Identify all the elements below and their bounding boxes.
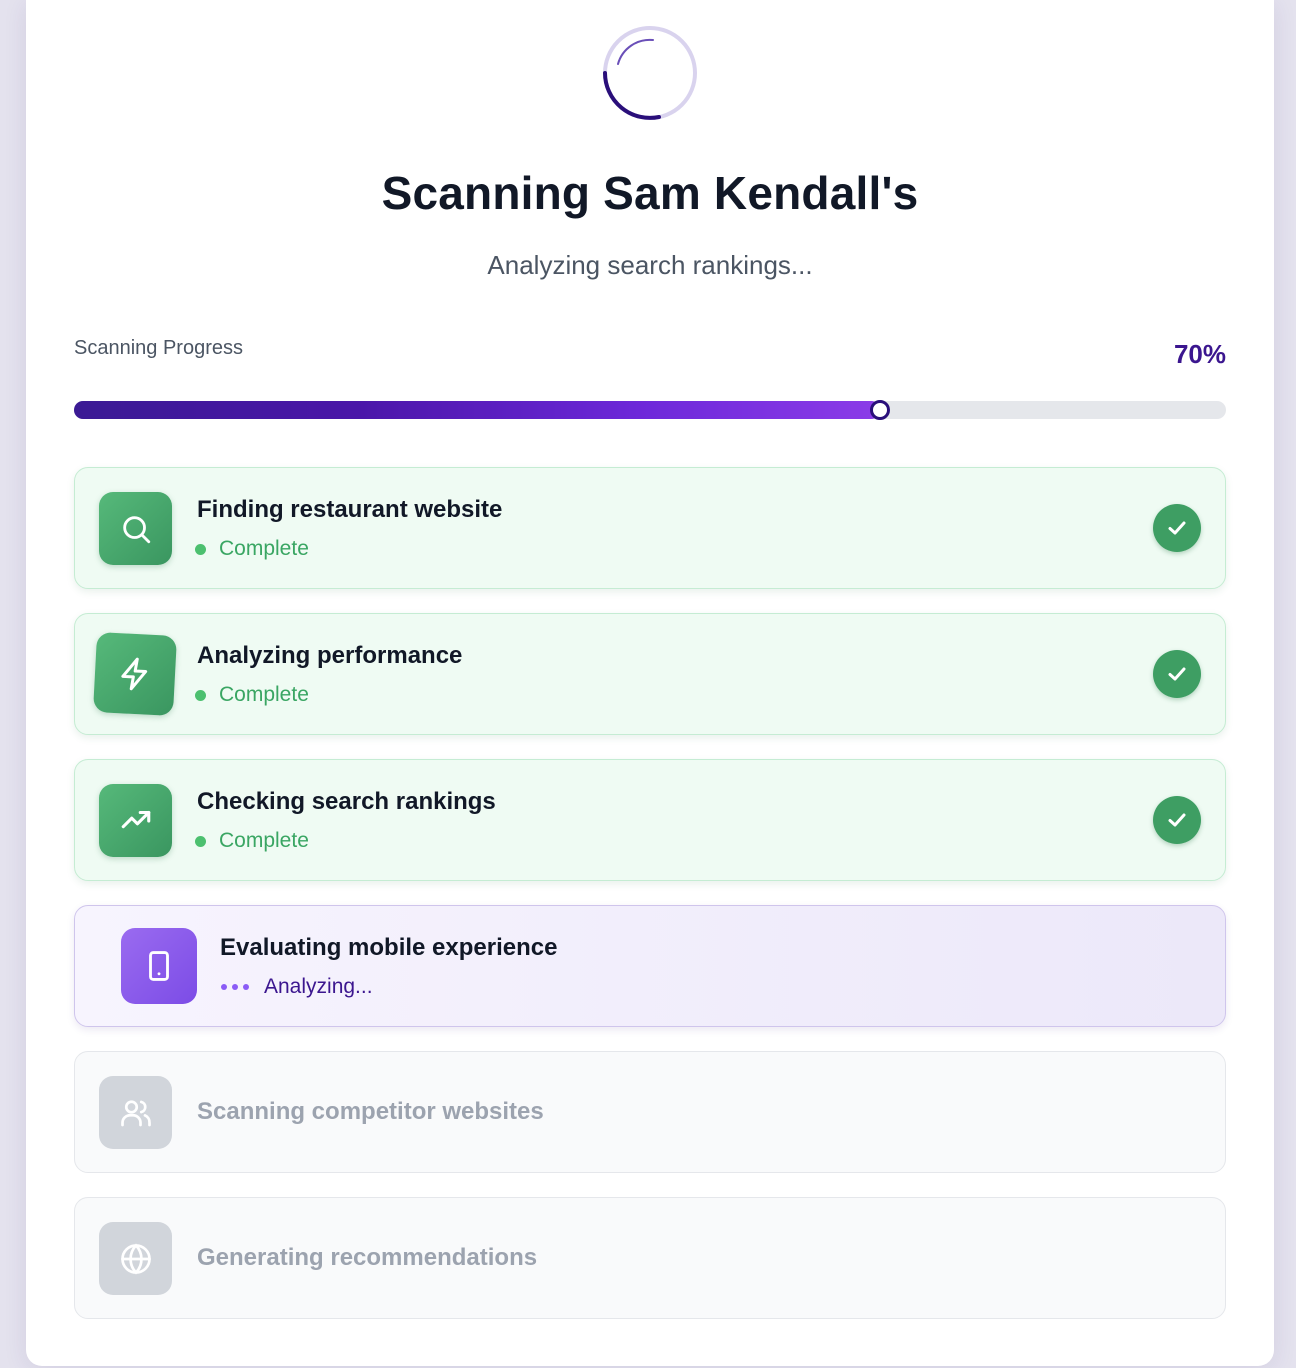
globe-icon [99, 1222, 172, 1295]
step-item-evaluating-mobile: Evaluating mobile experience Analyzing..… [74, 905, 1226, 1027]
step-title: Checking search rankings [197, 788, 496, 815]
step-item-finding-website: Finding restaurant website Complete [74, 467, 1226, 589]
step-status: Complete [195, 683, 309, 707]
users-icon [99, 1076, 172, 1149]
step-title: Scanning competitor websites [197, 1098, 544, 1125]
progress-percent: 70% [1173, 339, 1226, 369]
step-status: Complete [195, 829, 309, 853]
progress-bar-fill [74, 401, 881, 419]
search-icon [99, 492, 172, 565]
step-status-text: Analyzing... [264, 975, 373, 998]
step-status-text: Complete [219, 537, 309, 560]
page-subtitle: Analyzing search rankings... [487, 250, 813, 280]
trending-up-icon [99, 784, 172, 857]
step-item-scanning-competitors: Scanning competitor websites [74, 1051, 1226, 1173]
checkmark-icon [1153, 504, 1201, 552]
loading-dots-icon [221, 984, 254, 990]
progress-bar [74, 400, 1226, 420]
status-dot [195, 835, 206, 847]
step-status-text: Complete [219, 683, 309, 706]
step-title: Finding restaurant website [197, 496, 503, 523]
step-item-analyzing-performance: Analyzing performance Complete [74, 613, 1226, 735]
progress-bar-knob [870, 400, 891, 420]
status-dot [195, 543, 206, 555]
checkmark-icon [1153, 650, 1201, 698]
step-title: Analyzing performance [197, 642, 463, 669]
step-item-checking-rankings: Checking search rankings Complete [74, 759, 1226, 881]
step-item-generating-recommendations: Generating recommendations [74, 1197, 1226, 1319]
step-status: Complete [195, 537, 309, 561]
scan-card: Scanning Sam Kendall's Analyzing search … [26, 0, 1274, 1366]
checkmark-icon [1153, 796, 1201, 844]
loading-spinner-icon [603, 26, 697, 120]
step-status-text: Complete [219, 829, 309, 852]
status-dot [195, 689, 206, 701]
lightning-icon [92, 631, 178, 717]
step-status: Analyzing... [221, 975, 373, 999]
step-title: Evaluating mobile experience [220, 934, 558, 961]
step-title: Generating recommendations [197, 1244, 538, 1271]
progress-label: Scanning Progress [74, 337, 243, 359]
mobile-icon [121, 928, 197, 1004]
page-title: Scanning Sam Kendall's [381, 167, 919, 219]
